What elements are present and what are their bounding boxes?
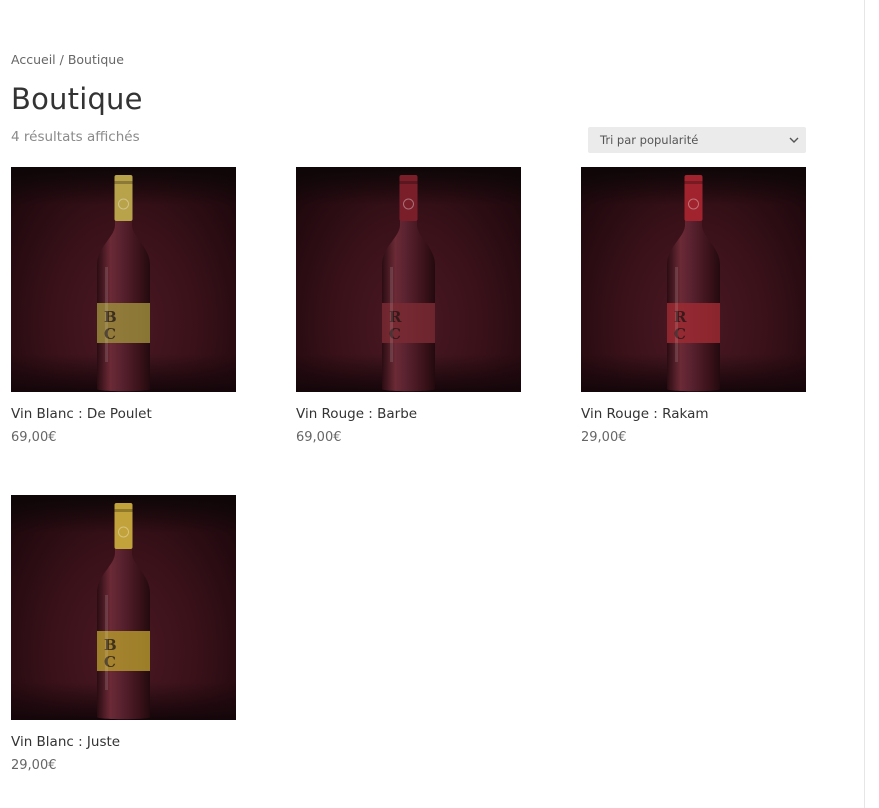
product-name-link[interactable]: Vin Rouge : Rakam [581,406,806,422]
breadcrumb: Accueil / Boutique [11,52,124,67]
product-image-link[interactable]: RC [296,167,521,392]
sort-select[interactable]: Tri par popularité [588,127,806,153]
wine-bottle-image: RC [667,175,720,392]
product-price: 69,00€ [296,430,342,445]
product-name-link[interactable]: Vin Blanc : De Poulet [11,406,236,422]
breadcrumb-current: Boutique [67,52,124,67]
wine-bottle-image: BC [97,175,150,392]
wine-bottle-image: RC [382,175,435,392]
sort-select-value: Tri par popularité [600,133,699,147]
product-image-link[interactable]: BC [11,495,236,720]
result-count: 4 résultats affichés [11,129,140,145]
chevron-down-icon [788,127,800,153]
page-title: Boutique [11,82,143,116]
product-price: 69,00€ [11,430,57,445]
product-image-link[interactable]: RC [581,167,806,392]
product-card: BC Vin Blanc : De Poulet 69,00€ [11,167,236,445]
product-card: BC Vin Blanc : Juste 29,00€ [11,495,236,773]
product-price: 29,00€ [11,758,57,773]
product-image-link[interactable]: BC [11,167,236,392]
breadcrumb-home-link[interactable]: Accueil [11,52,56,67]
page-right-border [864,0,865,808]
product-card: RC Vin Rouge : Rakam 29,00€ [581,167,806,445]
breadcrumb-separator: / [55,52,68,67]
product-name-link[interactable]: Vin Rouge : Barbe [296,406,521,422]
product-price: 29,00€ [581,430,627,445]
wine-bottle-image: BC [97,503,150,720]
product-name-link[interactable]: Vin Blanc : Juste [11,734,236,750]
product-card: RC Vin Rouge : Barbe 69,00€ [296,167,521,445]
